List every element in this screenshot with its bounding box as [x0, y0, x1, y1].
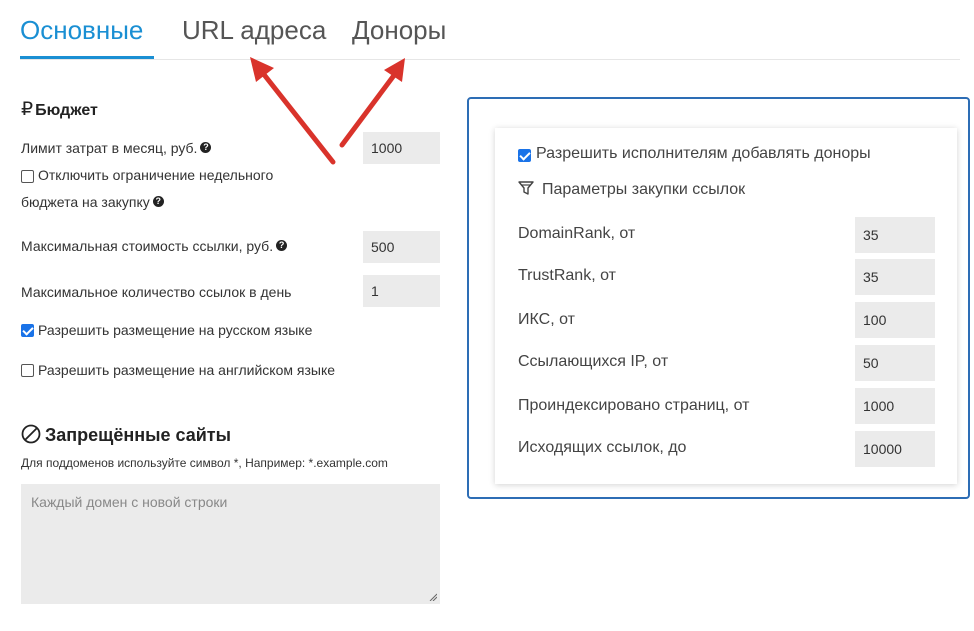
disable-weekly-limit-label-1: Отключить ограничение недельного	[38, 167, 274, 183]
allow-english-label: Разрешить размещение на английском языке	[38, 362, 336, 378]
iks-label: ИКС, от	[518, 311, 575, 328]
disable-weekly-limit-label-2: бюджета на закупку?	[21, 194, 164, 210]
iks-input[interactable]: 100	[855, 302, 935, 338]
allow-executors-checkbox[interactable]	[518, 149, 531, 162]
params-title: Параметры закупки ссылок	[542, 181, 746, 198]
referring-ip-input[interactable]: 50	[855, 345, 935, 381]
tab-url-addresses[interactable]: URL адреса	[182, 14, 326, 46]
domainrank-label: DomainRank, от	[518, 225, 636, 242]
allow-russian-checkbox[interactable]	[21, 324, 34, 337]
max-link-cost-text: Максимальная стоимость ссылки, руб.	[21, 238, 274, 254]
help-icon[interactable]: ?	[276, 240, 288, 251]
help-icon[interactable]: ?	[152, 196, 164, 207]
allow-russian-label: Разрешить размещение на русском языке	[38, 322, 313, 338]
forbidden-heading: Запрещённые сайты	[21, 424, 231, 446]
resize-handle-icon[interactable]	[429, 593, 437, 601]
max-link-cost-input[interactable]: 500	[363, 231, 440, 263]
max-links-per-day-input[interactable]: 1	[363, 275, 440, 307]
trustrank-label: TrustRank, от	[518, 267, 616, 284]
filter-icon	[518, 181, 534, 195]
forbidden-title: Запрещённые сайты	[45, 425, 231, 445]
tab-main[interactable]: Основные	[20, 14, 143, 46]
max-link-cost-label: Максимальная стоимость ссылки, руб.?	[21, 238, 288, 254]
referring-ip-label: Ссылающихся IP, от	[518, 353, 669, 370]
tab-donors[interactable]: Доноры	[352, 14, 446, 46]
outgoing-links-label: Исходящих ссылок, до	[518, 439, 687, 456]
monthly-limit-text: Лимит затрат в месяц, руб.	[21, 140, 198, 156]
disable-weekly-limit-checkbox[interactable]	[21, 170, 34, 183]
allow-english-checkbox[interactable]	[21, 364, 34, 377]
params-heading: Параметры закупки ссылок	[518, 180, 745, 199]
trustrank-input[interactable]: 35	[855, 259, 935, 295]
help-icon[interactable]: ?	[200, 142, 212, 153]
domainrank-input[interactable]: 35	[855, 217, 935, 253]
active-tab-indicator	[20, 56, 154, 59]
monthly-limit-label: Лимит затрат в месяц, руб.?	[21, 140, 212, 156]
arrow-to-url-tab	[250, 57, 336, 165]
ruble-icon: ₽	[21, 99, 34, 120]
budget-title: Бюджет	[35, 102, 98, 119]
max-links-per-day-label: Максимальное количество ссылок в день	[21, 284, 292, 300]
allow-executors-label: Разрешить исполнителям добавлять доноры	[536, 145, 871, 162]
outgoing-links-input[interactable]: 10000	[855, 431, 935, 467]
forbidden-sites-textarea[interactable]: Каждый домен с новой строки	[21, 484, 440, 604]
forbidden-hint: Для поддоменов используйте символ *, Нап…	[21, 456, 388, 470]
budget-heading: ₽ Бюджет	[21, 98, 98, 121]
textarea-placeholder: Каждый домен с новой строки	[31, 494, 228, 510]
monthly-limit-input[interactable]: 1000	[363, 132, 440, 164]
indexed-pages-label: Проиндексировано страниц, от	[518, 397, 750, 414]
indexed-pages-input[interactable]: 1000	[855, 388, 935, 424]
disable-weekly-limit-text: бюджета на закупку	[21, 194, 150, 210]
tab-bar: Основные URL адреса Доноры	[20, 0, 960, 60]
ban-icon	[21, 424, 41, 444]
